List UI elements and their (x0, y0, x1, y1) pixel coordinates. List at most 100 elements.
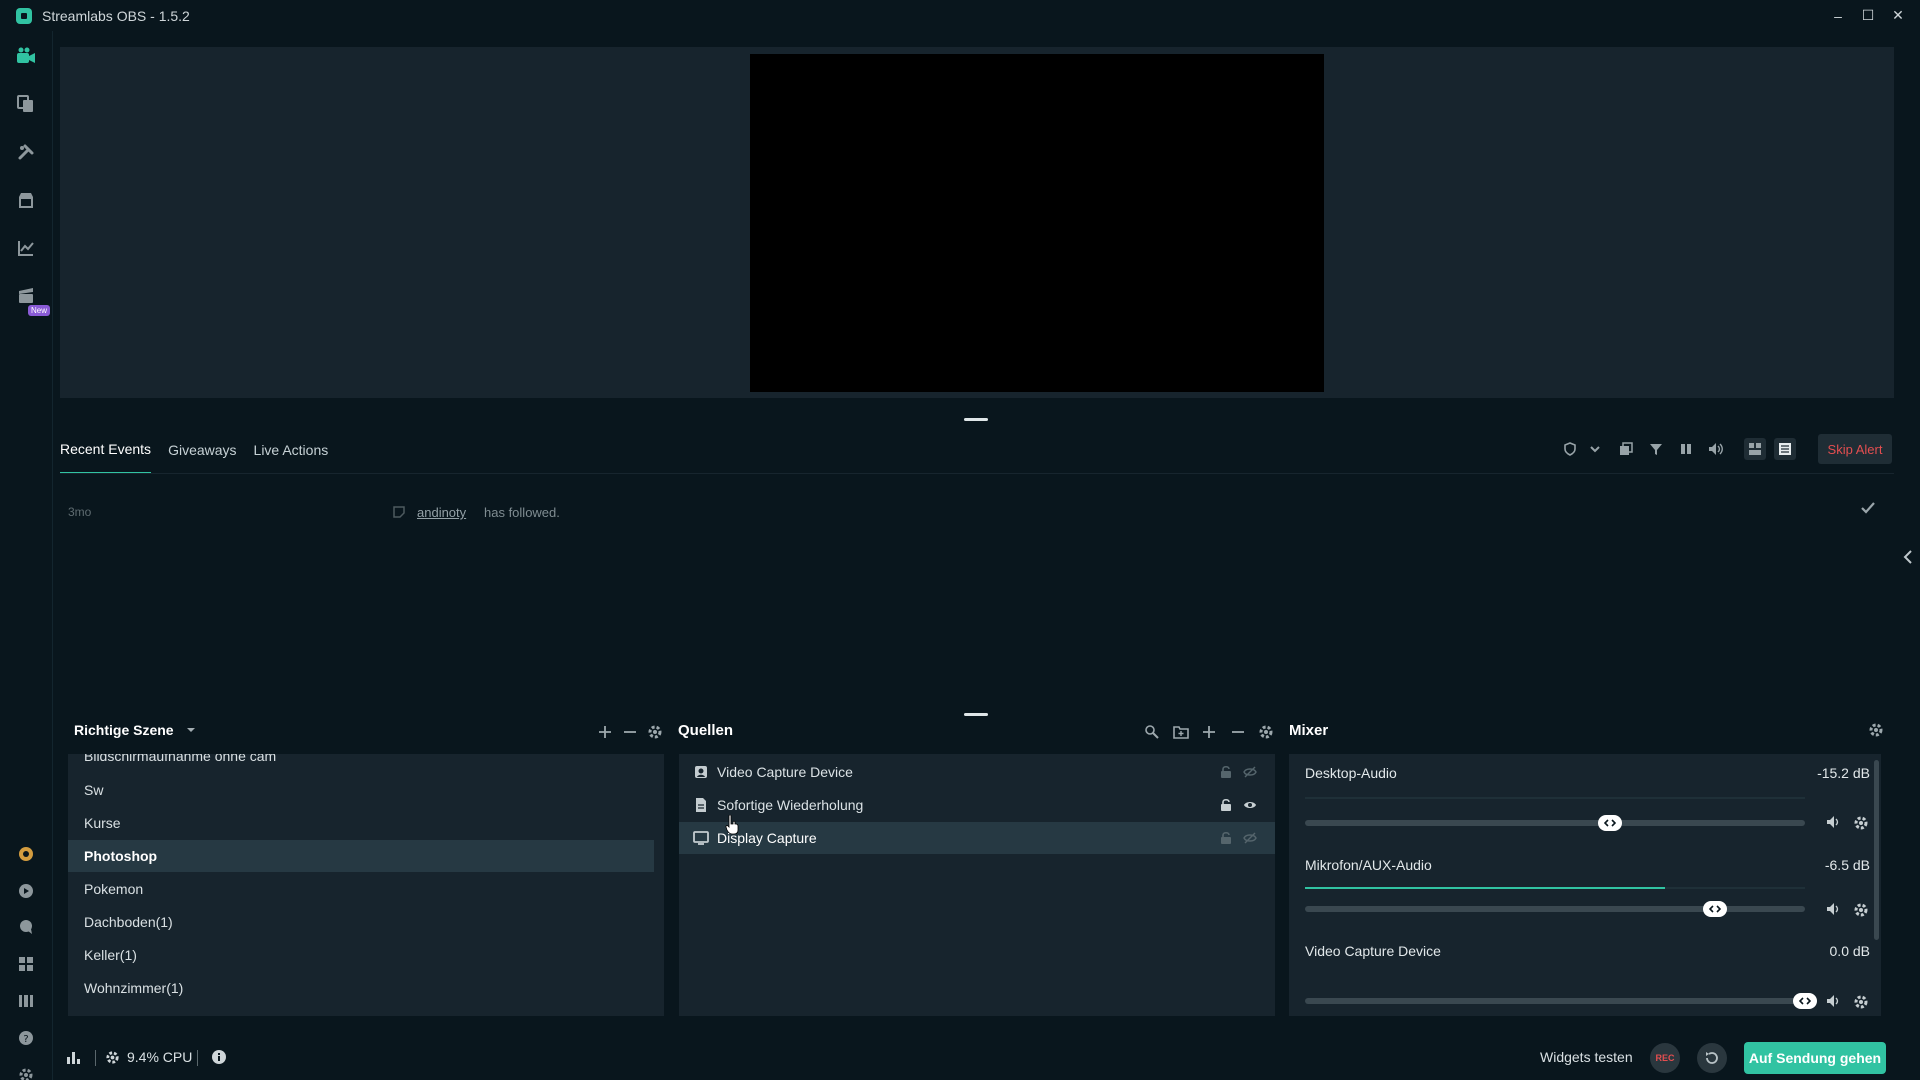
volume-meter-level (1305, 887, 1665, 889)
add-scene-icon[interactable] (596, 723, 614, 741)
remove-source-icon[interactable] (1229, 723, 1247, 741)
volume-slider[interactable] (1305, 815, 1805, 831)
source-item-selected[interactable]: Display Capture (679, 822, 1275, 854)
selective-recording-icon[interactable] (1143, 723, 1161, 741)
minimize-icon: – (1834, 7, 1842, 24)
eye-hidden-icon[interactable] (1243, 765, 1257, 779)
app-store-icon[interactable] (13, 139, 39, 165)
mixer-settings-icon[interactable] (1867, 721, 1885, 739)
store-icon[interactable] (13, 187, 39, 213)
scene-item[interactable]: Wohnzimmer(1) (68, 972, 654, 1004)
tab-recent-events[interactable]: Recent Events (60, 426, 152, 474)
scene-item-selected[interactable]: Photoshop (68, 840, 654, 872)
left-navigation: New ? (0, 31, 53, 1080)
lock-icon[interactable] (1219, 765, 1233, 779)
settings-icon[interactable] (13, 1062, 39, 1080)
eye-icon[interactable] (1243, 798, 1257, 812)
channel-settings-icon[interactable] (1853, 994, 1869, 1010)
replay-buffer-button[interactable] (1697, 1043, 1727, 1073)
tab-live-actions[interactable]: Live Actions (254, 426, 329, 474)
footer-separator (197, 1050, 198, 1066)
alert-box-icon[interactable] (13, 878, 39, 904)
streamlabs-logo-icon (16, 7, 32, 24)
pause-icon[interactable] (1675, 438, 1697, 460)
minimize-button[interactable]: – (1822, 0, 1854, 31)
footer-separator (95, 1050, 96, 1066)
follow-icon (392, 505, 406, 519)
lock-icon[interactable] (1219, 798, 1233, 812)
volume-slider[interactable] (1305, 993, 1817, 1009)
test-widgets-link[interactable]: Widgets testen (1540, 1049, 1633, 1065)
lock-icon[interactable] (1219, 831, 1233, 845)
scene-item[interactable]: Dachboden(1) (68, 906, 654, 938)
channel-settings-icon[interactable] (1853, 815, 1869, 831)
stats-icon[interactable] (66, 1049, 82, 1065)
camera-icon (693, 764, 709, 780)
chat-icon[interactable] (13, 914, 39, 940)
channel-settings-icon[interactable] (1853, 902, 1869, 918)
volume-slider[interactable] (1305, 901, 1805, 917)
close-window-button[interactable]: ✕ (1882, 0, 1914, 31)
source-item[interactable]: Sofortige Wiederholung (679, 789, 1275, 821)
maximize-button[interactable]: ☐ (1852, 0, 1884, 31)
events-tabs: Recent Events Giveaways Live Actions (60, 426, 345, 474)
scene-collection-title: Richtige Szene (74, 722, 174, 738)
chevron-left-icon[interactable] (1902, 548, 1916, 566)
source-label: Video Capture Device (717, 764, 853, 780)
speaker-icon[interactable] (1826, 815, 1842, 831)
event-username-link[interactable]: andinoty (417, 505, 466, 520)
filter-icon[interactable] (1645, 438, 1667, 460)
go-live-button[interactable]: Auf Sendung gehen (1744, 1042, 1886, 1074)
chevron-down-icon[interactable] (1584, 438, 1606, 460)
dashboard-icon[interactable] (13, 235, 39, 261)
tab-giveaways[interactable]: Giveaways (168, 426, 236, 474)
volume-meter (1305, 887, 1805, 889)
volume-slider-knob[interactable] (1598, 815, 1622, 831)
shield-icon[interactable] (1559, 438, 1581, 460)
preview-resize-handle[interactable] (964, 418, 988, 421)
record-button[interactable]: REC (1650, 1043, 1680, 1073)
events-resize-handle[interactable] (964, 713, 988, 716)
speaker-icon[interactable] (1826, 902, 1842, 918)
editor-icon[interactable] (13, 43, 39, 69)
add-folder-icon[interactable] (1172, 723, 1190, 741)
scene-collection-selector[interactable]: Richtige Szene (74, 722, 196, 738)
scene-item[interactable]: Keller(1) (68, 939, 654, 971)
mixer-panel (1289, 754, 1881, 1016)
grid-view-icon[interactable] (1744, 438, 1766, 460)
preview-canvas[interactable] (750, 54, 1324, 392)
volume-icon[interactable] (1705, 438, 1727, 460)
eye-hidden-icon[interactable] (1243, 831, 1257, 845)
monitor-icon (693, 830, 709, 846)
scene-item[interactable]: Pokemon (68, 873, 654, 905)
list-view-icon[interactable] (1774, 438, 1796, 460)
mixer-channel-db: 0.0 dB (1829, 943, 1870, 959)
volume-slider-knob[interactable] (1793, 993, 1817, 1009)
mixer-scrollbar[interactable] (1874, 760, 1879, 940)
volume-meter (1305, 797, 1805, 799)
scene-item[interactable]: Bildschirmaufnahme ohne cam (68, 754, 654, 772)
cpu-icon (105, 1050, 120, 1065)
prime-icon[interactable] (13, 841, 39, 867)
svg-text:?: ? (23, 1034, 28, 1045)
help-icon[interactable]: ? (13, 1025, 39, 1051)
volume-slider-knob[interactable] (1703, 901, 1727, 917)
popout-icon[interactable] (1615, 438, 1637, 460)
studio-mode-icon[interactable] (13, 988, 39, 1014)
layout-icon[interactable] (13, 951, 39, 977)
check-icon[interactable] (1860, 500, 1876, 516)
scene-item[interactable]: Sw (68, 774, 654, 806)
source-item[interactable]: Video Capture Device (679, 756, 1275, 788)
info-icon[interactable] (211, 1049, 227, 1065)
add-source-icon[interactable] (1200, 723, 1218, 741)
speaker-icon[interactable] (1826, 994, 1842, 1010)
sources-title: Quellen (678, 722, 734, 739)
event-text: has followed. (484, 505, 560, 520)
skip-alert-button[interactable]: Skip Alert (1818, 434, 1892, 464)
scene-item[interactable]: Kurse (68, 807, 654, 839)
remove-scene-icon[interactable] (621, 723, 639, 741)
source-settings-icon[interactable] (1257, 723, 1275, 741)
scene-settings-icon[interactable] (646, 723, 664, 741)
mixer-channel-name: Desktop-Audio (1305, 765, 1397, 781)
themes-icon[interactable] (13, 91, 39, 117)
